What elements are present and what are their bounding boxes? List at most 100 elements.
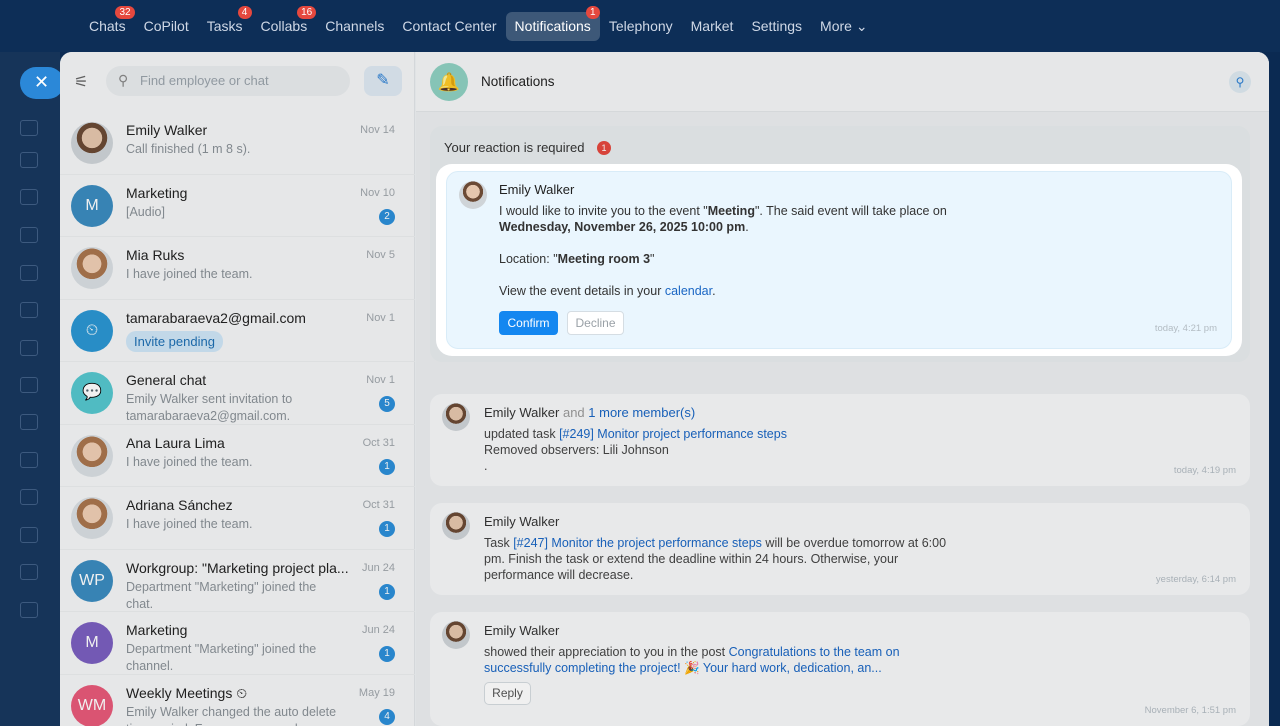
search-notifications-icon[interactable]: ⚲	[1229, 71, 1251, 93]
nav-channels[interactable]: Channels	[316, 12, 393, 41]
workgroups-icon[interactable]	[20, 340, 38, 356]
drive-icon[interactable]	[20, 265, 38, 281]
notification-author: Emily Walker	[484, 514, 560, 529]
contact-center-icon[interactable]	[20, 452, 38, 468]
avatar: 💬	[71, 372, 113, 414]
calendar-link[interactable]: calendar	[665, 284, 712, 298]
documents-icon[interactable]	[20, 227, 38, 243]
notification-time: yesterday, 6:14 pm	[1155, 574, 1236, 585]
task-link[interactable]: [#249] Monitor project performance steps	[559, 427, 787, 441]
nav-tasks[interactable]: Tasks 4	[198, 6, 252, 41]
chat-preview: I have joined the team.	[126, 267, 253, 281]
bell-icon: 🔔	[430, 63, 468, 101]
chat-name: Weekly Meetings ⏲	[126, 684, 248, 701]
chat-name: tamarabaraeva2@gmail.com	[126, 309, 306, 326]
unread-count-badge: 2	[379, 208, 395, 225]
chat-name: Emily Walker	[126, 122, 208, 138]
avatar: ⏲	[71, 309, 113, 352]
search-icon: ⚲	[118, 72, 129, 88]
nav-telephony[interactable]: Telephony	[600, 12, 682, 41]
chat-list-item[interactable]: Adriana Sánchez Oct 31 I have joined the t…	[60, 487, 415, 550]
booking-icon[interactable]	[20, 414, 38, 430]
chat-date: Oct 31	[362, 436, 395, 449]
feed-icon[interactable]	[20, 120, 38, 136]
chat-name: Adriana Sánchez	[126, 497, 233, 513]
more-members-link[interactable]: 1 more member(s)	[588, 405, 695, 420]
chat-preview: Call finished (1 m 8 s).	[126, 142, 251, 156]
nav-collabs[interactable]: Collabs 16	[252, 6, 317, 41]
chat-name: General chat	[126, 372, 207, 388]
nav-more[interactable]: More ⌄	[811, 12, 877, 41]
avatar: M	[71, 184, 113, 227]
avatar	[442, 621, 470, 649]
chat-name: Workgroup: "Marketing project pla...	[126, 559, 349, 576]
chat-preview: [Audio]	[126, 204, 165, 219]
filter-icon[interactable]: ⚟	[74, 72, 94, 91]
chat-preview: Department "Marketing" joined the channe…	[126, 642, 317, 673]
notification-author: Emily Walker and 1 more member(s)	[484, 405, 696, 420]
nav-settings[interactable]: Settings	[742, 12, 811, 41]
chat-date: Nov 10	[360, 186, 395, 199]
avatar	[71, 122, 113, 164]
avatar	[71, 497, 113, 539]
page-title: Notifications	[481, 74, 555, 89]
chat-list-panel: ⚟ ⚲ Find employee or chat ✎ Emily Walker…	[60, 52, 415, 726]
avatar	[459, 181, 487, 209]
nav-contact-center[interactable]: Contact Center	[393, 12, 505, 41]
chat-preview: Invite pending	[126, 330, 346, 352]
top-bar: Chats 32 CoPilot Tasks 4 Collabs 16 Channel…	[0, 0, 1280, 52]
reply-button[interactable]: Reply	[484, 682, 531, 705]
nav-chats[interactable]: Chats 32	[80, 6, 135, 41]
decline-button[interactable]: Decline	[567, 311, 624, 335]
messenger-panel: ⚟ ⚲ Find employee or chat ✎ Emily Walker…	[60, 52, 1269, 726]
unread-count-badge: 4	[379, 708, 395, 725]
chat-list-item[interactable]: Mia Ruks Nov 5 I have joined the team.	[60, 237, 415, 300]
chat-name: Ana Laura Lima	[126, 434, 225, 451]
chat-list-item[interactable]: ⏲ tamarabaraeva2@gmail.com Nov 1 Invite pen…	[60, 300, 415, 362]
nav-badge: 32	[115, 6, 135, 19]
invite-card: Emily Walker I would like to invite you …	[446, 171, 1232, 349]
store-icon[interactable]	[20, 602, 38, 618]
unread-count-badge: 1	[379, 646, 395, 662]
compose-icon[interactable]: ✎	[364, 66, 402, 96]
task-link[interactable]: [#247] Monitor the project performance s…	[513, 536, 762, 550]
market-icon[interactable]	[20, 564, 38, 580]
notification-time: today, 4:19 pm	[1173, 465, 1236, 476]
confirm-button[interactable]: Confirm	[499, 311, 558, 335]
nav-copilot[interactable]: CoPilot	[135, 12, 198, 41]
unread-count-badge: 1	[379, 458, 395, 475]
chat-list-item[interactable]: WM Weekly Meetings ⏲ May 19 Emily Walker ch…	[60, 675, 415, 726]
crm-icon[interactable]	[20, 377, 38, 393]
unread-count-badge: 1	[379, 521, 395, 537]
search-input[interactable]: ⚲ Find employee or chat	[106, 66, 350, 96]
nav-badge: 16	[297, 6, 317, 19]
chat-list-item[interactable]: M Marketing Jun 24 Department "Marketing" j…	[60, 612, 415, 675]
chat-list-item[interactable]: WP Workgroup: "Marketing project pla... Ju…	[60, 550, 415, 612]
chat-list-item[interactable]: 💬 General chat Nov 1 Emily Walker sent invi…	[60, 362, 415, 425]
avatar	[71, 434, 113, 477]
chat-preview: Emily Walker sent invitation to tamaraba…	[126, 392, 293, 423]
notification-text: updated task [#249] Monitor project perf…	[484, 427, 787, 473]
chat-list-item[interactable]: M Marketing Nov 10 [Audio] 2	[60, 175, 415, 237]
nav-notifications[interactable]: Notifications 1	[505, 6, 600, 41]
notification-card: Emily Walker showed their appreciation t…	[430, 612, 1250, 726]
section-badge: 1	[597, 141, 611, 155]
tasks-icon[interactable]	[20, 489, 38, 505]
nav-badge: 4	[237, 6, 252, 19]
chat-list-item[interactable]: Emily Walker Nov 14 Call finished (1 m 8 s…	[60, 112, 415, 175]
invite-author: Emily Walker	[499, 182, 575, 197]
chat-list-item[interactable]: Ana Laura Lima Oct 31 I have joined the te…	[60, 425, 415, 487]
unread-count-badge: 5	[379, 396, 395, 412]
marketing-icon[interactable]	[20, 527, 38, 543]
invite-text: I would like to invite you to the event …	[499, 204, 947, 298]
chat-preview: Emily Walker changed the auto delete tim…	[126, 704, 337, 726]
chat-name: Marketing	[126, 184, 188, 201]
messenger-icon[interactable]	[20, 152, 38, 168]
chat-date: Oct 31	[362, 499, 395, 511]
chat-date: Nov 1	[366, 311, 395, 324]
nav-market[interactable]: Market	[682, 12, 743, 41]
close-icon[interactable]: ✕	[20, 67, 64, 99]
mail-icon[interactable]	[20, 302, 38, 318]
chat-name: Mia Ruks	[126, 247, 185, 263]
calendar-icon[interactable]	[20, 189, 38, 205]
